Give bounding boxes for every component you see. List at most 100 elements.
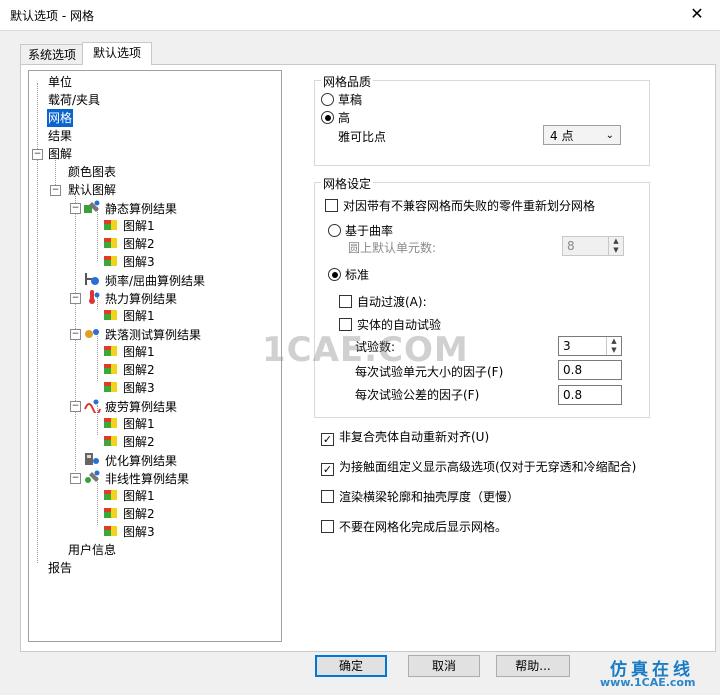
title-bar: 默认选项 - 网格 ✕ (0, 0, 720, 30)
radio-icon (328, 224, 341, 237)
tree-item-label: 疲劳算例结果 (105, 400, 178, 414)
tree-item-plot[interactable]: 图解1 (103, 415, 156, 433)
window-title: 默认选项 - 网格 (10, 9, 94, 23)
spinner-arrows-icon[interactable]: ▲ ▼ (606, 337, 621, 355)
tree-item-label: 图解1 (123, 345, 155, 359)
plot-icon (103, 433, 119, 452)
realign-checkbox[interactable]: ✓ 非复合壳体自动重新对齐(U) (321, 428, 489, 446)
checkmark-icon: ✓ (321, 433, 334, 446)
collapse-icon[interactable]: − (70, 329, 81, 340)
jacobian-points-select[interactable]: 4 点 ⌄ (543, 125, 621, 145)
tree-item-label: 结果 (48, 129, 73, 143)
realign-label: 非复合壳体自动重新对齐(U) (339, 430, 490, 444)
tree-item-label: 非线性算例结果 (105, 472, 190, 486)
checkbox-icon (321, 490, 334, 503)
standard-radio[interactable]: 标准 (328, 266, 369, 283)
tree-item-plot[interactable]: 图解3 (103, 523, 156, 541)
high-radio[interactable]: 高 (321, 109, 350, 126)
auto-transition-label: 自动过渡(A): (357, 295, 427, 309)
tree-item-label: 用户信息 (68, 543, 117, 557)
tree-item-static-results[interactable]: 静态算例结果 (83, 199, 178, 217)
tree-item-user-info[interactable]: 用户信息 (53, 541, 117, 559)
tree-item-frequency-results[interactable]: 频率/屈曲算例结果 (83, 271, 206, 289)
tab-default-options[interactable]: 默认选项 (82, 42, 152, 65)
tree-item-plot[interactable]: 图解1 (103, 487, 156, 505)
min-elements-value: 8 (567, 239, 575, 253)
min-elements-spinner: 8 ▲ ▼ (562, 236, 624, 256)
tree-item-color-chart[interactable]: 颜色图表 (53, 163, 117, 181)
tree-item-plot[interactable]: 图解2 (103, 505, 156, 523)
tree-item-nonlinear-results[interactable]: 非线性算例结果 (83, 469, 190, 487)
tree-item-default-plots[interactable]: 默认图解 (53, 181, 117, 199)
collapse-icon[interactable]: − (70, 473, 81, 484)
tab-system-options[interactable]: 系统选项 (20, 44, 84, 65)
nonlinear-study-icon (83, 469, 101, 490)
radio-icon (321, 93, 334, 106)
render-beam-checkbox[interactable]: 渲染横梁轮廓和抽壳厚度（更慢） (321, 488, 519, 505)
checkbox-icon (325, 199, 338, 212)
fatigue-study-icon (83, 397, 101, 418)
curvature-radio[interactable]: 基于曲率 (328, 222, 393, 239)
plot-icon (103, 307, 119, 326)
plot-icon (103, 379, 119, 398)
tree-item-drop-test-results[interactable]: 跌落测试算例结果 (83, 325, 202, 343)
checkmark-icon: ✓ (321, 463, 334, 476)
plot-icon (103, 343, 119, 362)
tree-item-plot[interactable]: 图解3 (103, 379, 156, 397)
tree-item-optimization-results[interactable]: 优化算例结果 (83, 451, 178, 469)
contact-advanced-label: 为接触面组定义显示高级选项(仅对于无穿透和冷缩配合) (339, 460, 637, 474)
checkbox-icon (321, 520, 334, 533)
collapse-icon[interactable]: − (70, 293, 81, 304)
thermal-study-icon (83, 289, 101, 310)
static-study-icon (83, 199, 101, 220)
tree-item-loads-fixtures[interactable]: 载荷/夹具 (33, 91, 101, 109)
tree-item-units[interactable]: 单位 (33, 73, 73, 91)
auto-transition-checkbox[interactable]: 自动过渡(A): (339, 293, 427, 310)
mesh-quality-group: 网格品质 (314, 73, 650, 166)
ok-button[interactable]: 确定 (315, 655, 387, 677)
radio-selected-icon (321, 111, 334, 124)
contact-advanced-checkbox[interactable]: ✓ 为接触面组定义显示高级选项(仅对于无穿透和冷缩配合) (321, 458, 636, 476)
remesh-label: 对因带有不兼容网格而失败的零件重新划分网格 (343, 199, 596, 213)
collapse-icon[interactable]: − (70, 401, 81, 412)
help-button[interactable]: 帮助... (496, 655, 570, 677)
tree-item-report[interactable]: 报告 (33, 559, 73, 577)
tree-item-label: 跌落测试算例结果 (105, 328, 202, 342)
tree-item-label: 静态算例结果 (105, 202, 178, 216)
tree-item-plot[interactable]: 图解1 (103, 217, 156, 235)
collapse-icon[interactable]: − (70, 203, 81, 214)
tree-item-label: 默认图解 (68, 183, 117, 197)
dont-show-mesh-label: 不要在网格化完成后显示网格。 (339, 520, 508, 534)
plot-icon (103, 361, 119, 380)
tree-item-plot[interactable]: 图解1 (103, 307, 156, 325)
tree-item-label: 图解1 (123, 417, 155, 431)
element-size-factor-input[interactable]: 0.8 (558, 360, 622, 380)
tree-item-mesh[interactable]: 网格 (33, 109, 74, 127)
tree-item-plot[interactable]: 图解1 (103, 343, 156, 361)
mesh-quality-legend: 网格品质 (321, 73, 374, 90)
drop-test-study-icon (83, 325, 101, 346)
trials-count-spinner[interactable]: 3 ▲ ▼ (558, 336, 622, 356)
tree-item-fatigue-results[interactable]: 疲劳算例结果 (83, 397, 178, 415)
tree-item-plot[interactable]: 图解2 (103, 235, 156, 253)
tree-item-label: 图解3 (123, 381, 155, 395)
dont-show-mesh-checkbox[interactable]: 不要在网格化完成后显示网格。 (321, 518, 507, 535)
tree-item-label: 图解2 (123, 435, 155, 449)
tree-item-thermal-results[interactable]: 热力算例结果 (83, 289, 178, 307)
remesh-checkbox[interactable]: 对因带有不兼容网格而失败的零件重新划分网格 (325, 197, 595, 214)
spinner-arrows-icon: ▲ ▼ (608, 237, 623, 255)
tree-item-results[interactable]: 结果 (33, 127, 73, 145)
draft-radio[interactable]: 草稿 (321, 91, 362, 108)
options-tree[interactable]: 单位 载荷/夹具 网格 结果 − 图解 颜色图表 − 默认图解 − 静态算例结果… (28, 70, 282, 642)
trials-count-value: 3 (563, 339, 571, 353)
tree-item-label: 图解3 (123, 525, 155, 539)
tree-item-plots[interactable]: 图解 (33, 145, 73, 163)
close-icon[interactable]: ✕ (686, 3, 708, 25)
cancel-button[interactable]: 取消 (408, 655, 480, 677)
tree-item-label: 频率/屈曲算例结果 (105, 274, 206, 288)
tolerance-factor-input[interactable]: 0.8 (558, 385, 622, 405)
tree-item-plot[interactable]: 图解2 (103, 433, 156, 451)
tolerance-factor-label: 每次试验公差的因子(F) (355, 388, 480, 402)
tree-item-plot[interactable]: 图解3 (103, 253, 156, 271)
tree-item-plot[interactable]: 图解2 (103, 361, 156, 379)
